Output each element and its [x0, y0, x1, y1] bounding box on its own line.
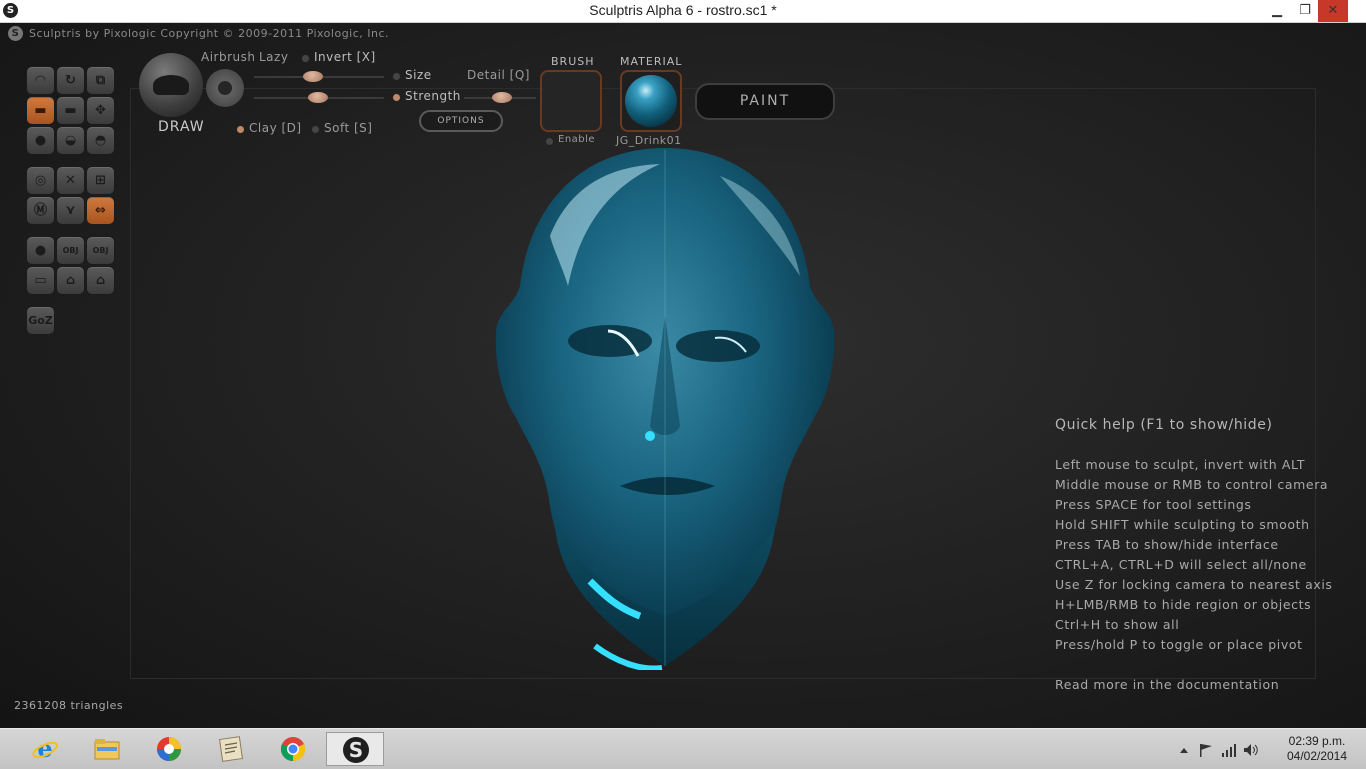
strength-radio[interactable]	[392, 93, 401, 102]
draw-tool-button[interactable]: ▬	[26, 96, 55, 125]
subdivide-button[interactable]: ⊞	[86, 166, 115, 195]
notepad-icon	[219, 736, 243, 762]
chrome-icon	[280, 737, 306, 762]
lazy-label: Lazy	[259, 50, 289, 64]
material-sphere-icon	[625, 75, 677, 127]
size-radio[interactable]	[392, 72, 401, 81]
new-sphere-button[interactable]: ●	[26, 236, 55, 265]
windows-taskbar: e S 02:39 p.m. 04/02/2014	[0, 728, 1366, 769]
triangle-count: 2361208 triangles	[14, 699, 124, 712]
soft-label: Soft [S]	[324, 121, 373, 135]
restore-button[interactable]: ❐	[1290, 0, 1320, 22]
paint-button[interactable]: PAINT	[695, 83, 835, 120]
taskbar-sculptris[interactable]: S	[326, 732, 384, 766]
quick-help-line: H+LMB/RMB to hide region or objects	[1055, 597, 1312, 612]
sculpted-head-mesh[interactable]	[490, 146, 840, 670]
quick-help-line: Middle mouse or RMB to control camera	[1055, 477, 1329, 492]
inflate-tool-button[interactable]: ●	[26, 126, 55, 155]
svg-text:S: S	[349, 738, 363, 762]
clock-time: 02:39 p.m.	[1288, 734, 1346, 748]
internet-explorer-icon: e	[32, 735, 58, 763]
tool-name-label: DRAW	[158, 119, 205, 135]
airbrush-label: Airbrush	[201, 50, 256, 64]
taskbar-internet-explorer[interactable]: e	[16, 732, 74, 766]
invert-label: Invert [X]	[314, 50, 376, 64]
airbrush-toggle-icon[interactable]	[206, 69, 244, 107]
smooth-tool-button[interactable]: ◓	[86, 126, 115, 155]
copyright-text: Sculptris by Pixologic Copyright © 2009-…	[29, 27, 390, 40]
wireframe-toggle-button[interactable]: ⋎	[56, 196, 85, 225]
quick-help-line: Press/hold P to toggle or place pivot	[1055, 637, 1303, 652]
quick-help-line: Press SPACE for tool settings	[1055, 497, 1252, 512]
quick-help-line: Press TAB to show/hide interface	[1055, 537, 1279, 552]
minimize-button[interactable]: ▁	[1262, 0, 1292, 22]
import-obj-button[interactable]: OBJ	[56, 236, 85, 265]
save-file-button[interactable]: ⌂	[56, 266, 85, 295]
export-obj-button[interactable]: OBJ	[86, 236, 115, 265]
quick-help-line: Left mouse to sculpt, invert with ALT	[1055, 457, 1306, 472]
size-label: Size	[405, 68, 432, 82]
strength-label: Strength	[405, 89, 461, 103]
show-hidden-icons-icon[interactable]	[1180, 748, 1188, 753]
detail-label: Detail [Q]	[467, 68, 530, 82]
pinch-tool-button[interactable]: ◒	[56, 126, 85, 155]
quick-help-title: Quick help (F1 to show/hide)	[1055, 417, 1273, 433]
new-plane-button[interactable]: ▭	[26, 266, 55, 295]
volume-icon[interactable]	[1244, 744, 1258, 756]
material-label: MATERIAL	[620, 55, 683, 68]
action-center-flag-icon[interactable]	[1200, 744, 1212, 757]
scale-tool-button[interactable]: ⧉	[86, 66, 115, 95]
soft-radio[interactable]	[311, 125, 320, 134]
taskbar-color-app[interactable]	[140, 732, 198, 766]
reduce-brush-button[interactable]: ◎	[26, 166, 55, 195]
options-button[interactable]: OPTIONS	[419, 110, 503, 132]
grab-tool-button[interactable]: ✥	[86, 96, 115, 125]
crease-tool-button[interactable]: ◠	[26, 66, 55, 95]
brush-enable-radio[interactable]	[545, 137, 554, 146]
taskbar-chrome[interactable]	[264, 732, 322, 766]
size-slider-knob[interactable]	[308, 92, 328, 103]
brush-label: BRUSH	[551, 55, 595, 68]
window-titlebar: S Sculptris Alpha 6 - rostro.sc1 * ▁ ❐ ✕	[0, 0, 1366, 23]
folder-icon	[94, 739, 120, 760]
taskbar-clock[interactable]: 02:39 p.m. 04/02/2014	[1282, 734, 1352, 764]
goz-button[interactable]: GoZ	[26, 306, 55, 335]
lazy-slider-knob[interactable]	[303, 71, 323, 82]
flatten-tool-button[interactable]: ▬	[56, 96, 85, 125]
material-slot[interactable]	[620, 70, 682, 132]
detail-slider-knob[interactable]	[492, 92, 512, 103]
clay-radio[interactable]	[236, 125, 245, 134]
documentation-link[interactable]: Read more in the documentation	[1055, 675, 1333, 695]
invert-radio[interactable]	[301, 54, 310, 63]
network-signal-icon[interactable]	[1222, 744, 1236, 757]
sculptris-icon: S	[343, 737, 369, 763]
quick-help-line: Hold SHIFT while sculpting to smooth	[1055, 517, 1310, 532]
clay-label: Clay [D]	[249, 121, 302, 135]
window-title: Sculptris Alpha 6 - rostro.sc1 *	[589, 2, 777, 18]
quick-help-line: Ctrl+H to show all	[1055, 617, 1180, 632]
draw-brush-preview-icon[interactable]	[139, 53, 203, 117]
copyright-header: S Sculptris by Pixologic Copyright © 2009…	[8, 26, 389, 41]
pixologic-logo-icon: S	[8, 26, 23, 41]
quick-help-line: Use Z for locking camera to nearest axis	[1055, 577, 1333, 592]
color-wheel-icon	[157, 737, 181, 761]
quick-help-panel: Quick help (F1 to show/hide) Left mouse …	[1055, 417, 1333, 695]
quick-help-line: CTRL+A, CTRL+D will select all/none	[1055, 557, 1307, 572]
reduce-selected-button[interactable]: ✕	[56, 166, 85, 195]
brush-enable-label: Enable	[558, 134, 596, 145]
symmetry-toggle-button[interactable]: ⇔	[86, 196, 115, 225]
rotate-tool-button[interactable]: ↻	[56, 66, 85, 95]
brush-texture-slot[interactable]	[540, 70, 602, 132]
svg-text:e: e	[37, 735, 52, 763]
taskbar-file-explorer[interactable]	[78, 732, 136, 766]
clock-date: 04/02/2014	[1286, 749, 1348, 763]
taskbar-notepad-app[interactable]	[202, 732, 260, 766]
sculpt-viewport[interactable]: S Sculptris by Pixologic Copyright © 2009…	[0, 23, 1366, 728]
mask-tool-button[interactable]: Ⓜ	[26, 196, 55, 225]
close-button[interactable]: ✕	[1318, 0, 1348, 22]
save-as-button[interactable]: ⌂	[86, 266, 115, 295]
